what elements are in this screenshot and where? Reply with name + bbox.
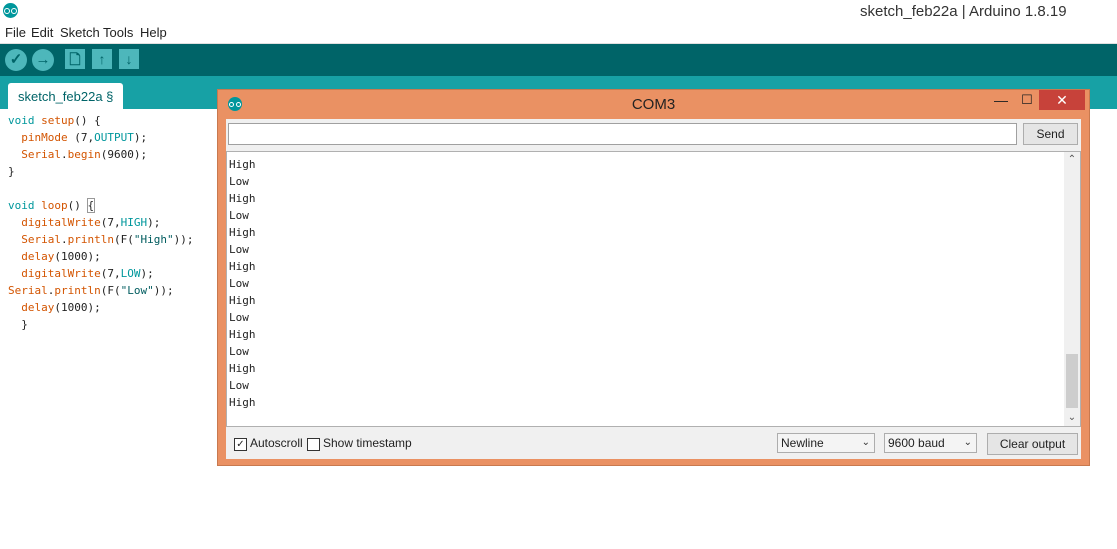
title-bar: sketch_feb22a | Arduino 1.8.19 xyxy=(0,0,1117,23)
baud-rate-value: 9600 baud xyxy=(888,436,945,450)
timestamp-checkbox[interactable] xyxy=(307,438,320,451)
send-button[interactable]: Send xyxy=(1023,123,1078,145)
serial-output-line: High xyxy=(229,158,256,171)
baud-rate-select[interactable]: 9600 baud ⌄ xyxy=(884,433,977,453)
arrow-right-icon: → xyxy=(35,51,51,68)
toolbar: ✓ → 🗋 ↑ ↓ xyxy=(0,44,1117,76)
serial-output-line: Low xyxy=(229,345,249,358)
arrow-up-icon: ↑ xyxy=(98,51,106,67)
new-file-icon: 🗋 xyxy=(69,51,81,67)
scroll-up-icon[interactable]: ⌃ xyxy=(1064,152,1080,168)
save-button[interactable]: ↓ xyxy=(119,49,139,69)
serial-output-line: Low xyxy=(229,277,249,290)
arrow-down-icon: ↓ xyxy=(125,51,133,67)
open-button[interactable]: ↑ xyxy=(92,49,112,69)
serial-output-lines: High Low High Low High Low High Low High Low High L… xyxy=(229,156,256,411)
menu-help[interactable]: Help xyxy=(140,25,167,40)
checkmark-icon: ✓ xyxy=(9,51,23,68)
autoscroll-checkbox[interactable]: ✓ xyxy=(234,438,247,451)
maximize-button[interactable]: ☐ xyxy=(1017,92,1037,110)
serial-output-line: High xyxy=(229,260,256,273)
clear-output-button[interactable]: Clear output xyxy=(987,433,1078,455)
sketch-code[interactable]: void setup() { pinMode (7,OUTPUT); Seria… xyxy=(8,112,193,333)
serial-options-bar: ✓ Autoscroll Show timestamp Newline ⌄ 96… xyxy=(226,428,1081,459)
serial-output-line: Low xyxy=(229,175,249,188)
serial-output-line: High xyxy=(229,328,256,341)
verify-button[interactable]: ✓ xyxy=(5,49,27,71)
chevron-down-icon: ⌄ xyxy=(861,437,870,448)
serial-monitor-title: COM3 xyxy=(631,96,676,113)
serial-output[interactable]: High Low High Low High Low High Low High Low High L… xyxy=(226,151,1081,427)
line-ending-select[interactable]: Newline ⌄ xyxy=(777,433,875,453)
close-button[interactable]: ✕ xyxy=(1039,90,1085,110)
output-scrollbar[interactable]: ⌃ ⌄ xyxy=(1064,152,1080,426)
serial-monitor-window: COM3 — ☐ ✕ Send High Low High Low High Low Hig… xyxy=(217,89,1090,466)
serial-input[interactable] xyxy=(228,123,1017,145)
menu-file[interactable]: File xyxy=(5,25,26,40)
serial-output-line: Low xyxy=(229,243,249,256)
menu-sketch[interactable]: Sketch xyxy=(60,25,100,40)
serial-output-line: Low xyxy=(229,209,249,222)
menu-tools[interactable]: Tools xyxy=(103,25,133,40)
autoscroll-label: Autoscroll xyxy=(250,436,303,450)
scrollbar-thumb[interactable] xyxy=(1066,354,1078,408)
serial-output-line: Low xyxy=(229,379,249,392)
menu-edit[interactable]: Edit xyxy=(31,25,53,40)
serial-output-line: High xyxy=(229,192,256,205)
serial-output-line: Low xyxy=(229,311,249,324)
new-button[interactable]: 🗋 xyxy=(65,49,85,69)
line-ending-value: Newline xyxy=(781,436,824,450)
serial-output-line: High xyxy=(229,294,256,307)
serial-output-line: High xyxy=(229,226,256,239)
tab-sketch[interactable]: sketch_feb22a § xyxy=(8,83,124,109)
serial-output-line: High xyxy=(229,362,256,375)
scroll-down-icon[interactable]: ⌄ xyxy=(1064,410,1080,426)
window-title: sketch_feb22a | Arduino 1.8.19 xyxy=(860,3,1067,20)
serial-monitor-body: Send High Low High Low High Low High Low High Low… xyxy=(226,119,1081,459)
minimize-button[interactable]: — xyxy=(991,92,1011,110)
arduino-logo-icon xyxy=(3,3,18,18)
serial-output-line: High xyxy=(229,396,256,409)
timestamp-label: Show timestamp xyxy=(323,436,412,450)
menu-bar: File Edit Sketch Tools Help xyxy=(0,23,1117,44)
upload-button[interactable]: → xyxy=(32,49,54,71)
chevron-down-icon: ⌄ xyxy=(963,437,972,448)
